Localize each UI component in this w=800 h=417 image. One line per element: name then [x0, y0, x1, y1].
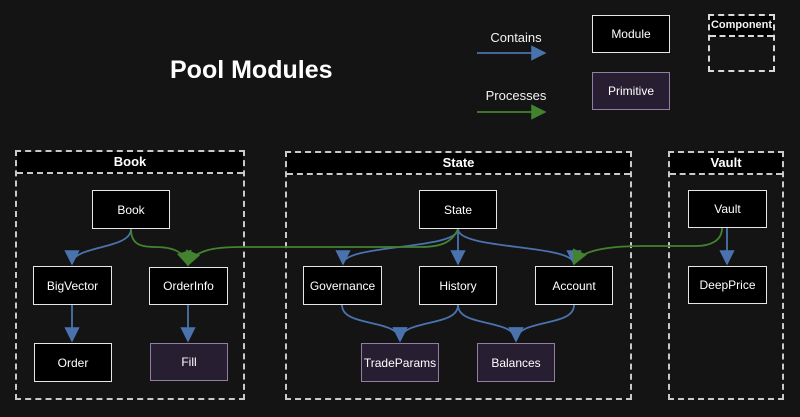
node-governance: Governance	[303, 266, 382, 305]
legend-primitive-box: Primitive	[592, 72, 670, 110]
legend-component-box: Component	[708, 14, 775, 72]
container-title-book: Book	[17, 152, 243, 174]
node-vault: Vault	[688, 190, 767, 228]
node-label-deepprice: DeepPrice	[699, 278, 755, 292]
diagram-canvas: Pool Modules Contains Processes Module P…	[0, 0, 800, 417]
node-label-order: Order	[58, 356, 89, 370]
node-order: Order	[34, 343, 112, 382]
node-label-history: History	[439, 279, 476, 293]
node-label-tradeparams: TradeParams	[364, 356, 436, 370]
node-label-book: Book	[117, 203, 144, 217]
node-label-state: State	[444, 203, 472, 217]
node-label-governance: Governance	[310, 279, 375, 293]
node-label-balances: Balances	[491, 356, 540, 370]
node-label-orderinfo: OrderInfo	[163, 279, 214, 293]
legend-processes-label: Processes	[470, 88, 562, 103]
node-fill: Fill	[150, 343, 228, 381]
legend-component-label: Component	[710, 16, 773, 37]
legend-module-label: Module	[611, 27, 650, 41]
node-label-account: Account	[552, 279, 595, 293]
node-book: Book	[92, 190, 170, 229]
node-account: Account	[535, 266, 613, 305]
node-tradeparams: TradeParams	[361, 343, 439, 382]
legend-primitive-label: Primitive	[608, 84, 654, 98]
node-label-fill: Fill	[181, 355, 196, 369]
page-title: Pool Modules	[170, 56, 333, 85]
node-balances: Balances	[477, 343, 555, 382]
node-bigvector: BigVector	[33, 266, 112, 305]
node-orderinfo: OrderInfo	[149, 267, 228, 305]
node-label-vault: Vault	[714, 202, 740, 216]
legend-module-box: Module	[592, 15, 670, 53]
node-state: State	[419, 190, 497, 229]
legend-contains-label: Contains	[470, 30, 562, 45]
node-label-bigvector: BigVector	[47, 279, 98, 293]
container-title-state: State	[287, 153, 630, 175]
node-history: History	[419, 266, 497, 305]
node-deepprice: DeepPrice	[688, 266, 767, 304]
container-title-vault: Vault	[670, 153, 782, 175]
